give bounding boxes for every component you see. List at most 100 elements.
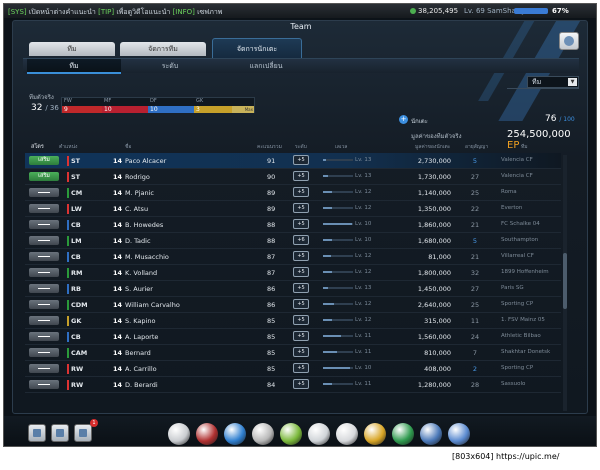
player-name[interactable]: William Carvalho (125, 301, 180, 309)
player-row[interactable]: CB 14 B. Howedes 88 +5 Lv. 10 1,860,000 21 FC Sc… (25, 217, 561, 233)
subtab-team[interactable]: ทีม (27, 59, 121, 74)
player-value: 1,680,000 (417, 237, 451, 245)
player-position: RM (71, 269, 83, 277)
unassigned-button[interactable] (29, 284, 59, 293)
subtab-level[interactable]: ระดับ (123, 59, 217, 74)
column-club[interactable]: ทีม (521, 143, 528, 151)
upgrade-badge[interactable]: +5 (293, 203, 309, 213)
add-player-icon[interactable]: + (399, 115, 408, 124)
unassigned-button[interactable] (29, 316, 59, 325)
unassigned-button[interactable] (29, 268, 59, 277)
column-position[interactable]: ตำแหน่ง (59, 143, 77, 151)
unassigned-button[interactable] (29, 188, 59, 197)
cart-icon[interactable] (448, 423, 470, 445)
upgrade-badge[interactable]: +5 (293, 315, 309, 325)
profile-button[interactable] (28, 424, 46, 442)
upgrade-badge[interactable]: +5 (293, 347, 309, 357)
upgrade-badge[interactable]: +5 (293, 155, 309, 165)
player-name[interactable]: Paco Alcacer (125, 157, 166, 165)
player-row[interactable]: RW 14 A. Carrillo 85 +5 Lv. 10 408,000 2 Sportin… (25, 361, 561, 377)
unassigned-button[interactable] (29, 252, 59, 261)
upgrade-badge[interactable]: +5 (293, 363, 309, 373)
upgrade-badge[interactable]: +5 (293, 379, 309, 389)
substitute-button[interactable]: เสริม (29, 156, 59, 165)
upgrade-badge[interactable]: +5 (293, 187, 309, 197)
player-name[interactable]: S. Kapino (125, 317, 155, 325)
upgrade-badge[interactable]: +5 (293, 251, 309, 261)
player-row[interactable]: GK 14 S. Kapino 85 +5 Lv. 12 315,000 11 1. FSV M… (25, 313, 561, 329)
ball-shirt-icon[interactable] (196, 423, 218, 445)
subtab-exchange[interactable]: แลกเปลี่ยน (219, 59, 313, 74)
player-name[interactable]: Bernard (125, 349, 151, 357)
upgrade-badge[interactable]: +5 (293, 267, 309, 277)
upgrade-badge[interactable]: +5 (293, 283, 309, 293)
player-name[interactable]: A. Carrillo (125, 365, 157, 373)
cards-icon[interactable] (308, 423, 330, 445)
column-upgrade[interactable]: ระดับ (295, 143, 307, 151)
coin-amount: 38,205,495 (418, 7, 459, 15)
column-status[interactable]: สโตร (31, 143, 44, 151)
player-name[interactable]: K. Volland (125, 269, 157, 277)
player-row[interactable]: CAM 14 Bernard 85 +5 Lv. 11 810,000 7 Shakhtar D… (25, 345, 561, 361)
ep-badge-icon[interactable] (392, 423, 414, 445)
level-progress-bar (323, 335, 353, 337)
player-row[interactable]: RB 14 S. Aurier 86 +5 Lv. 13 1,450,000 27 Paris … (25, 281, 561, 297)
unassigned-button[interactable] (29, 348, 59, 357)
player-club: Sporting CP (501, 365, 534, 371)
player-row[interactable]: เสริม ST 14 Rodrigo 90 +5 Lv. 13 1,730,000 27 Val… (25, 169, 561, 185)
pyramid-icon[interactable] (280, 423, 302, 445)
unassigned-button[interactable] (29, 364, 59, 373)
column-overall[interactable]: คะแนนรวม (257, 143, 282, 151)
player-name[interactable]: D. Berardi (125, 381, 158, 389)
player-row[interactable]: CB 14 A. Laporte 85 +5 Lv. 11 1,560,000 24 Athle… (25, 329, 561, 345)
coin-icon[interactable] (364, 423, 386, 445)
home-button[interactable] (559, 32, 579, 50)
unassigned-button[interactable] (29, 300, 59, 309)
tab-manage-team[interactable]: จัดการทีม (120, 42, 206, 56)
unassigned-button[interactable] (29, 380, 59, 389)
ticket-icon[interactable] (336, 423, 358, 445)
column-name[interactable]: ชื่อ (125, 143, 131, 151)
unassigned-button[interactable] (29, 204, 59, 213)
unassigned-button[interactable] (29, 236, 59, 245)
scrollbar-thumb[interactable] (563, 253, 567, 309)
column-level[interactable]: เลเวล (335, 143, 347, 151)
unassigned-button[interactable] (29, 220, 59, 229)
player-name[interactable]: A. Laporte (125, 333, 158, 341)
player-name[interactable]: M. Musacchio (125, 253, 169, 261)
column-contract[interactable]: อายุสัญญา (465, 143, 488, 151)
player-name[interactable]: C. Atsu (125, 205, 148, 213)
substitute-button[interactable]: เสริม (29, 172, 59, 181)
player-name[interactable]: B. Howedes (125, 221, 163, 229)
player-row[interactable]: RW 14 D. Berardi 84 +5 Lv. 11 1,280,000 28 Sassu… (25, 377, 561, 393)
level-progress-bar (323, 175, 353, 177)
player-row[interactable]: CM 14 M. Pjanic 89 +5 Lv. 12 1,140,000 25 Roma (25, 185, 561, 201)
player-name[interactable]: D. Tadic (125, 237, 151, 245)
column-value[interactable]: มูลค่าของนักเตะ (415, 143, 450, 151)
tab-team[interactable]: ทีม (29, 42, 115, 56)
scrollbar[interactable] (563, 155, 567, 411)
player-row[interactable]: RM 14 K. Volland 87 +5 Lv. 12 1,800,000 32 1899 … (25, 265, 561, 281)
player-row[interactable]: LW 14 C. Atsu 89 +5 Lv. 12 1,350,000 22 Everton (25, 201, 561, 217)
upgrade-badge[interactable]: +5 (293, 171, 309, 181)
friends-button[interactable] (51, 424, 69, 442)
whistle-icon[interactable] (168, 423, 190, 445)
player-name[interactable]: S. Aurier (125, 285, 153, 293)
mail-button[interactable] (74, 424, 92, 442)
player-row[interactable]: เสริม ST 14 Paco Alcacer 91 +5 Lv. 13 2,730,000… (25, 153, 561, 169)
player-row[interactable]: CB 14 M. Musacchio 87 +5 Lv. 12 81,000 21 Villar… (25, 249, 561, 265)
player-row[interactable]: LM 14 D. Tadic 88 +6 Lv. 10 1,680,000 5 Southamp… (25, 233, 561, 249)
player-name[interactable]: M. Pjanic (125, 189, 154, 197)
scout-icon[interactable] (420, 423, 442, 445)
boots-icon[interactable] (224, 423, 246, 445)
player-name[interactable]: Rodrigo (125, 173, 150, 181)
team-filter-dropdown[interactable]: ทีม ▼ (527, 76, 579, 88)
upgrade-badge[interactable]: +5 (293, 331, 309, 341)
trophy-icon[interactable] (252, 423, 274, 445)
upgrade-badge[interactable]: +5 (293, 219, 309, 229)
upgrade-badge[interactable]: +6 (293, 235, 309, 245)
tab-manage-players[interactable]: จัดการนักเตะ (212, 38, 302, 58)
unassigned-button[interactable] (29, 332, 59, 341)
upgrade-badge[interactable]: +5 (293, 299, 309, 309)
player-row[interactable]: CDM 14 William Carvalho 86 +5 Lv. 12 2,640,000… (25, 297, 561, 313)
